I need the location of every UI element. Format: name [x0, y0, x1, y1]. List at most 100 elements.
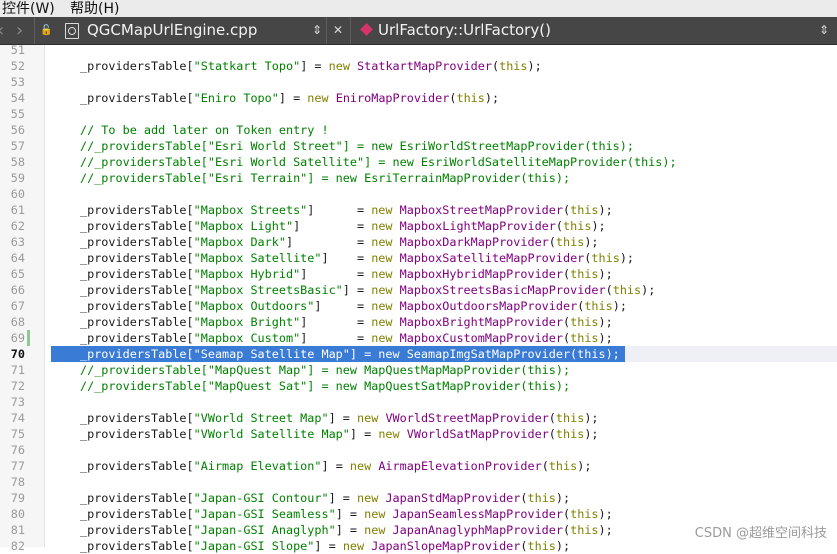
- code-line[interactable]: 80 _providersTable["Japan-GSI Seamless"] …: [0, 506, 837, 522]
- menu-item-controls[interactable]: 控件(W): [2, 0, 55, 18]
- code-token: _providersTable["Seamap Satellite Map"] …: [80, 347, 620, 361]
- code-token: (: [605, 283, 613, 297]
- code-text: _providersTable["Mapbox StreetsBasic"] =…: [80, 282, 655, 298]
- code-token: JapanSeamlessMapProvider: [392, 507, 563, 521]
- code-token: _providersTable[: [80, 523, 194, 537]
- menu-item-help[interactable]: 帮助(H): [70, 0, 119, 18]
- symbol-dropdown[interactable]: UrlFactory::UrlFactory(): [378, 17, 551, 44]
- code-token: _providersTable[: [80, 203, 194, 217]
- code-token: );: [598, 267, 613, 281]
- code-text: _providersTable["Japan-GSI Slope"] = new…: [80, 538, 570, 554]
- code-token: ] =: [300, 315, 372, 329]
- watermark: CSDN @超维空间科技: [694, 526, 827, 541]
- code-token: new: [357, 491, 386, 505]
- code-line[interactable]: 65 _providersTable["Mapbox Hybrid"] = new…: [0, 266, 837, 282]
- code-line[interactable]: 59 //_providersTable["Esri Terrain"] = ne…: [0, 170, 837, 186]
- line-number: 74: [10, 411, 25, 425]
- code-line[interactable]: 56 // To be add later on Token entry !: [0, 122, 837, 138]
- code-line[interactable]: 53: [0, 74, 837, 90]
- code-token: VWorldStreetMapProvider: [385, 411, 549, 425]
- open-file-dropdown[interactable]: QGCMapUrlEngine.cpp: [87, 17, 257, 44]
- code-token: _providersTable[: [80, 91, 194, 105]
- code-line[interactable]: 71 //_providersTable["MapQuest Map"] = ne…: [0, 362, 837, 378]
- code-line[interactable]: 77 _providersTable["Airmap Elevation"] = …: [0, 458, 837, 474]
- code-line[interactable]: 55: [0, 106, 837, 122]
- code-token: _providersTable[: [80, 427, 194, 441]
- code-line[interactable]: 72 //_providersTable["MapQuest Sat"] = ne…: [0, 378, 837, 394]
- code-text: _providersTable["Japan-GSI Seamless"] = …: [80, 506, 613, 522]
- code-token: "Eniro Topo": [193, 91, 279, 105]
- code-token: ] =: [314, 539, 343, 553]
- code-token: this: [570, 267, 599, 281]
- line-number: 73: [10, 395, 25, 409]
- code-line[interactable]: 58 //_providersTable["Esri World Satellit…: [0, 154, 837, 170]
- code-line[interactable]: 69 _providersTable["Mapbox Custom"] = new…: [0, 330, 837, 346]
- code-text: _providersTable["VWorld Satellite Map"] …: [80, 426, 599, 442]
- code-token: new: [371, 283, 400, 297]
- code-token: _providersTable[: [80, 267, 194, 281]
- code-token: ] =: [300, 267, 372, 281]
- code-text: _providersTable["Mapbox Satellite"] = ne…: [80, 250, 634, 266]
- code-token: "Japan-GSI Seamless": [193, 507, 336, 521]
- code-line[interactable]: 66 _providersTable["Mapbox StreetsBasic"]…: [0, 282, 837, 298]
- code-token: this: [555, 427, 585, 441]
- code-token: new: [371, 299, 400, 313]
- code-line[interactable]: 52 _providersTable["Statkart Topo"] = new…: [0, 58, 837, 74]
- code-line[interactable]: 64 _providersTable["Mapbox Satellite"] = …: [0, 250, 837, 266]
- code-token: this: [527, 539, 556, 553]
- code-token: );: [641, 283, 656, 297]
- code-token: _providersTable[: [80, 235, 194, 249]
- line-number: 77: [10, 459, 25, 473]
- code-line[interactable]: 51: [0, 42, 837, 58]
- code-line[interactable]: 78: [0, 474, 837, 490]
- line-number: 72: [10, 379, 25, 393]
- close-document-icon[interactable]: ✕: [333, 17, 343, 44]
- file-dropdown-updown-icon[interactable]: ⇕: [312, 17, 322, 44]
- code-line[interactable]: 63 _providersTable["Mapbox Dark"] = new M…: [0, 234, 837, 250]
- line-number: 69: [10, 331, 25, 345]
- code-token: );: [598, 315, 613, 329]
- line-number: 80: [10, 507, 25, 521]
- back-arrow-icon[interactable]: ‹: [0, 17, 4, 44]
- code-token: this: [555, 235, 585, 249]
- code-editor[interactable]: 51 52 _providersTable["Statkart Topo"] = n…: [0, 42, 837, 553]
- code-line[interactable]: 60: [0, 186, 837, 202]
- code-line[interactable]: 67 _providersTable["Mapbox Outdoors"] = n…: [0, 298, 837, 314]
- code-token: (: [520, 491, 528, 505]
- code-line[interactable]: 74 _providersTable["VWorld Street Map"] =…: [0, 410, 837, 426]
- code-token: MapboxStreetMapProvider: [399, 203, 563, 217]
- code-token: VWorldSatMapProvider: [406, 427, 549, 441]
- code-token: MapboxHybridMapProvider: [399, 267, 563, 281]
- code-token: new: [371, 315, 400, 329]
- code-line[interactable]: 75 _providersTable["VWorld Satellite Map"…: [0, 426, 837, 442]
- code-token: //_providersTable["MapQuest Sat"] = new …: [80, 379, 571, 393]
- code-token: "Japan-GSI Slope": [193, 539, 315, 553]
- code-line[interactable]: 57 //_providersTable["Esri World Street"]…: [0, 138, 837, 154]
- code-line[interactable]: 70 _providersTable["Seamap Satellite Map"…: [0, 346, 837, 362]
- code-line[interactable]: 54 _providersTable["Eniro Topo"] = new En…: [0, 90, 837, 106]
- code-token: );: [584, 411, 599, 425]
- code-line[interactable]: 76: [0, 442, 837, 458]
- function-symbol-icon: [360, 23, 373, 36]
- code-token: // To be add later on Token entry !: [80, 123, 329, 137]
- code-text: _providersTable["VWorld Street Map"] = n…: [80, 410, 599, 426]
- code-token: "Mapbox Streets": [193, 203, 308, 217]
- code-text: //_providersTable["Esri World Satellite"…: [80, 154, 677, 170]
- code-token: ] =: [349, 427, 379, 441]
- code-line[interactable]: 61 _providersTable["Mapbox Streets"] = ne…: [0, 202, 837, 218]
- code-line[interactable]: 73: [0, 394, 837, 410]
- lock-icon[interactable]: 🔓: [40, 17, 52, 44]
- line-number: 70: [10, 347, 25, 361]
- symbol-dropdown-updown-icon[interactable]: ⇕: [819, 17, 829, 44]
- code-token: new: [371, 267, 400, 281]
- toolbar-divider: [326, 17, 327, 44]
- code-token: MapboxLightMapProvider: [399, 219, 556, 233]
- forward-arrow-icon[interactable]: ›: [16, 17, 23, 44]
- code-token: ] =: [300, 331, 372, 345]
- code-token: EniroMapProvider: [335, 91, 450, 105]
- code-token: ] =: [335, 507, 365, 521]
- code-line[interactable]: 62 _providersTable["Mapbox Light"] = new …: [0, 218, 837, 234]
- code-line[interactable]: 68 _providersTable["Mapbox Bright"] = new…: [0, 314, 837, 330]
- code-token: new: [357, 411, 386, 425]
- code-line[interactable]: 79 _providersTable["Japan-GSI Contour"] =…: [0, 490, 837, 506]
